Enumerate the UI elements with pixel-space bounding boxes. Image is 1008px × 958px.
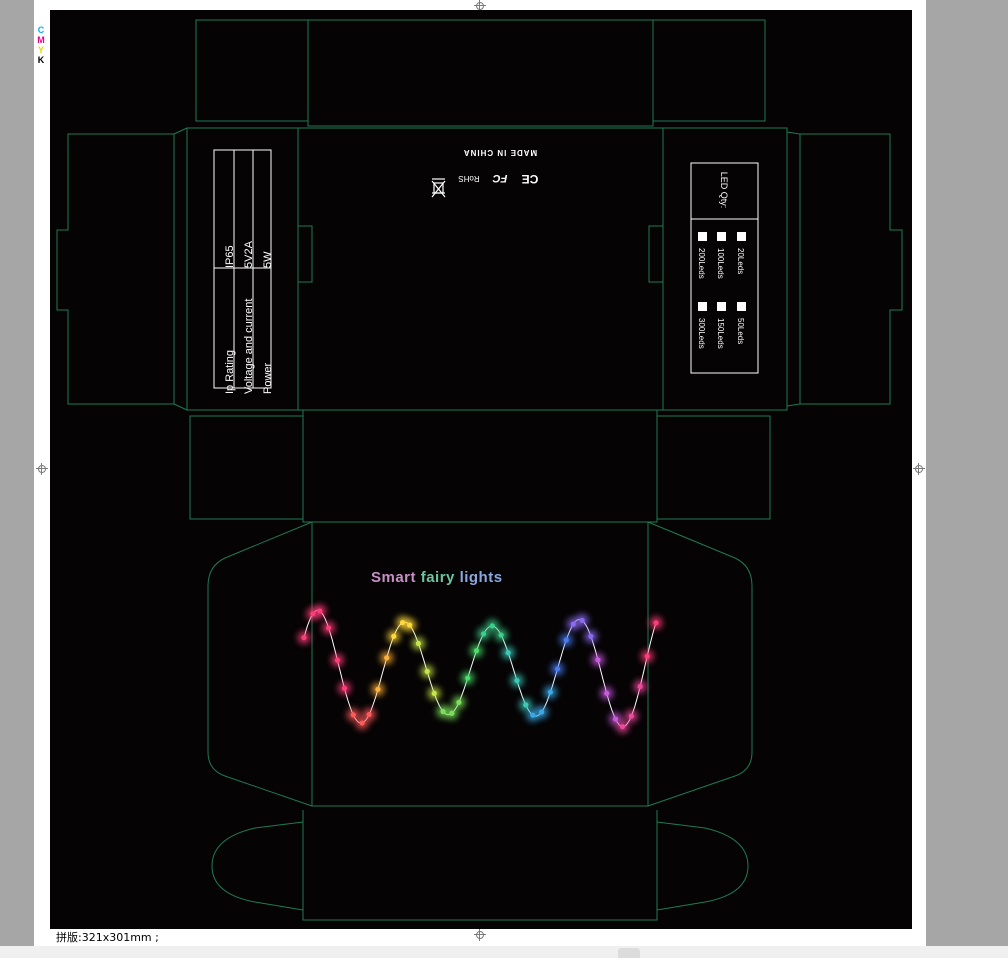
title-word-fairy: fairy bbox=[420, 569, 455, 586]
light-bulb bbox=[440, 708, 446, 715]
light-bulb bbox=[505, 650, 511, 656]
spec-label-power: Power bbox=[262, 362, 274, 394]
cmyk-y: Y bbox=[37, 45, 44, 55]
product-title: Smart fairy lights bbox=[371, 569, 503, 586]
registration-mark-bottom bbox=[474, 929, 486, 941]
light-bulb bbox=[326, 625, 332, 631]
light-bulb bbox=[619, 724, 626, 730]
light-bulb bbox=[570, 621, 576, 627]
light-bulb bbox=[547, 689, 553, 695]
light-bulb bbox=[539, 709, 545, 715]
light-bulb bbox=[480, 631, 487, 637]
checkbox-100leds bbox=[717, 232, 726, 241]
light-bulb bbox=[637, 683, 643, 690]
qty-option-100leds: 100Leds bbox=[716, 248, 725, 279]
qty-option-200leds: 200Leds bbox=[697, 248, 706, 279]
light-bulb bbox=[563, 637, 569, 643]
light-bulb bbox=[554, 666, 561, 672]
light-bulb bbox=[375, 686, 381, 692]
light-bulb bbox=[514, 677, 520, 684]
light-bulb bbox=[523, 702, 529, 708]
scrollbar-thumb[interactable] bbox=[618, 948, 640, 958]
light-bulb bbox=[424, 668, 430, 675]
light-bulb bbox=[588, 633, 594, 639]
light-bulb bbox=[604, 690, 610, 696]
ce-mark: CE bbox=[521, 172, 539, 186]
light-bulb bbox=[473, 648, 480, 654]
weee-bin-icon bbox=[431, 178, 446, 198]
light-bulb bbox=[301, 634, 307, 641]
light-bulb bbox=[317, 608, 323, 614]
light-bulb bbox=[628, 713, 634, 719]
light-bulb bbox=[384, 655, 390, 661]
cmyk-m: M bbox=[37, 35, 45, 45]
cmyk-k: K bbox=[37, 55, 45, 65]
light-bulb bbox=[341, 685, 348, 691]
rohs-mark: RoHS bbox=[458, 174, 480, 183]
light-bulb bbox=[465, 675, 471, 681]
title-word-smart: Smart bbox=[371, 569, 417, 586]
dieline-canvas[interactable]: IP65 5V2A 5W Ip Rating Voltage and curre… bbox=[50, 10, 912, 929]
light-bulb bbox=[498, 632, 504, 638]
light-bulb bbox=[415, 640, 421, 647]
title-word-lights: lights bbox=[459, 569, 503, 586]
light-bulb bbox=[407, 622, 413, 628]
registration-mark-right bbox=[913, 463, 925, 475]
light-bulb bbox=[366, 711, 372, 718]
spec-value-voltage: 5V2A bbox=[243, 241, 255, 268]
cmyk-color-marks: C M Y K bbox=[36, 25, 46, 65]
qty-option-20leds: 20Leds bbox=[736, 248, 745, 275]
checkbox-200leds bbox=[698, 232, 707, 241]
light-bulb bbox=[391, 633, 397, 639]
checkbox-150leds bbox=[717, 302, 726, 311]
checkbox-20leds bbox=[737, 232, 746, 241]
horizontal-scrollbar[interactable] bbox=[0, 946, 1008, 958]
light-string-wire bbox=[303, 609, 657, 728]
light-bulb bbox=[334, 657, 341, 663]
cmyk-c: C bbox=[37, 25, 45, 35]
light-bulb bbox=[612, 716, 619, 722]
made-in-china-text: MADE IN CHINA bbox=[462, 148, 538, 157]
light-bulb bbox=[595, 657, 601, 663]
spec-label-ip-rating: Ip Rating bbox=[224, 349, 236, 394]
light-bulb bbox=[449, 710, 455, 716]
spec-value-ip65: IP65 bbox=[224, 245, 236, 268]
fairy-lights-illustration bbox=[297, 604, 663, 734]
sheet-size-status: 拼版:321x301mm ; bbox=[56, 931, 159, 944]
light-bulb bbox=[653, 620, 659, 626]
qty-option-300leds: 300Leds bbox=[697, 318, 706, 349]
spec-label-voltage: Voltage and current bbox=[243, 298, 255, 394]
checkbox-300leds bbox=[698, 302, 707, 311]
light-bulb bbox=[456, 699, 462, 705]
qty-option-150leds: 150Leds bbox=[716, 318, 725, 349]
fc-mark: FC bbox=[492, 172, 508, 184]
light-bulb bbox=[530, 712, 536, 718]
qty-option-50leds: 50Leds bbox=[736, 318, 745, 345]
registration-mark-left bbox=[36, 463, 48, 475]
light-bulb bbox=[489, 623, 495, 629]
checkbox-50leds bbox=[737, 302, 746, 311]
light-bulb bbox=[431, 690, 437, 697]
qty-heading: LED Qty: bbox=[719, 171, 729, 209]
spec-value-power: 5W bbox=[262, 251, 274, 269]
light-bulb bbox=[359, 720, 365, 726]
light-bulb bbox=[350, 712, 356, 718]
light-bulb bbox=[579, 617, 585, 624]
light-bulb bbox=[644, 653, 650, 659]
